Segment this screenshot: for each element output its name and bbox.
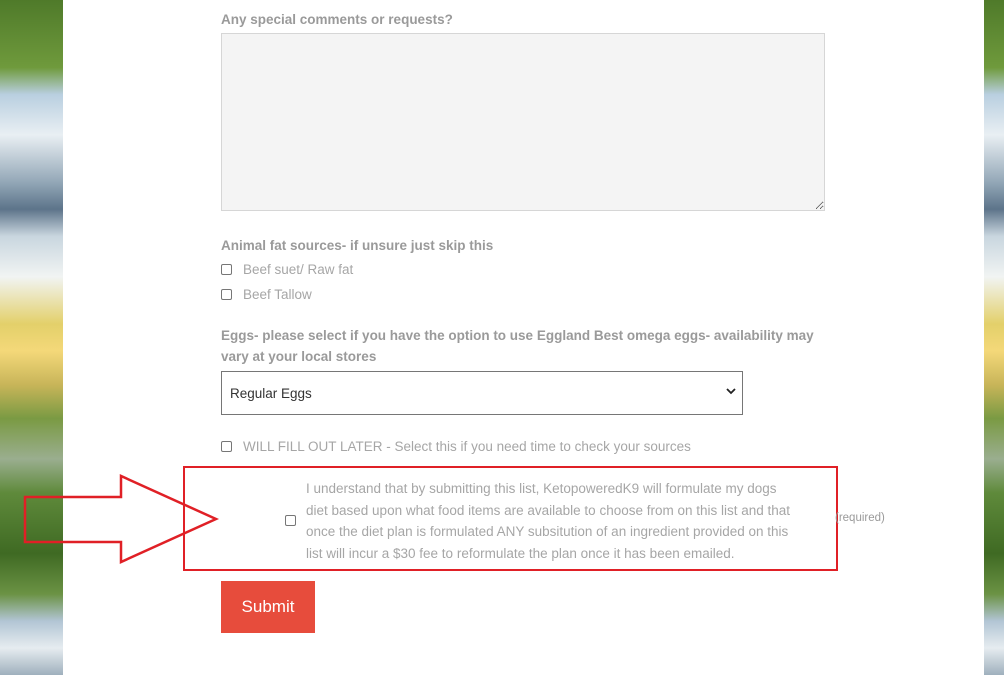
- arrow-annotation-icon: [23, 474, 220, 564]
